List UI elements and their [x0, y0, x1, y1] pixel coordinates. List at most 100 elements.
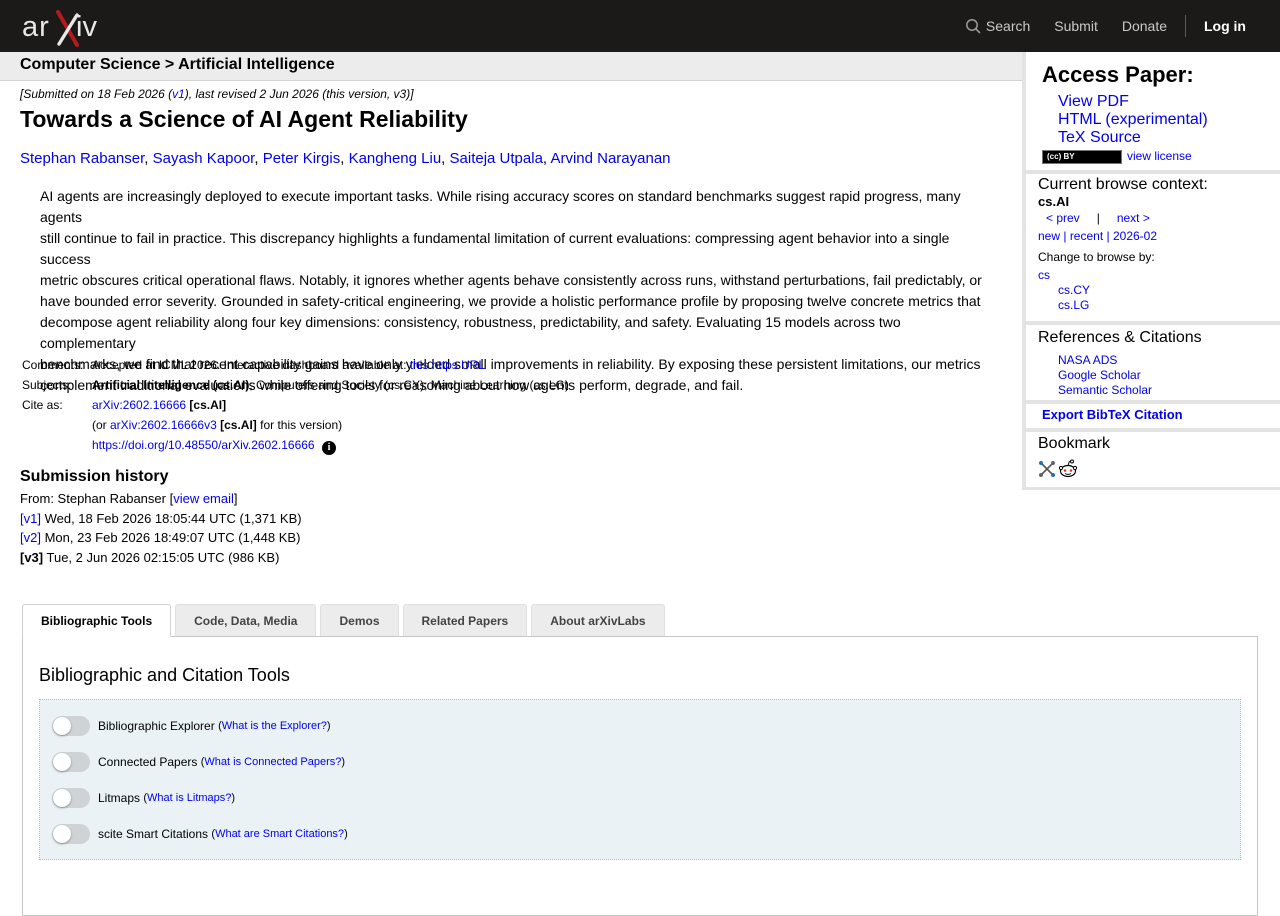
tab-related-papers[interactable]: Related Papers	[402, 604, 528, 636]
submission-dateline: [Submitted on 18 Feb 2026 (v1), last rev…	[20, 87, 414, 101]
view-email-link[interactable]: view email	[173, 491, 234, 506]
tool-help-link[interactable]: What are Smart Citations?	[215, 828, 344, 840]
dateline-v1-link[interactable]: v1	[172, 87, 185, 101]
references-box: References & Citations NASA ADS Google S…	[1026, 325, 1280, 400]
tool-help-link[interactable]: What is Litmaps?	[147, 792, 231, 804]
dashboard-link[interactable]: this https URL	[410, 358, 485, 372]
cite-label: Cite as:	[22, 398, 63, 412]
subjects-value: Artificial Intelligence (cs.AI); Compute…	[92, 376, 569, 396]
separator: |	[1096, 211, 1100, 225]
tool-help-link[interactable]: What is the Explorer?	[222, 720, 327, 732]
info-icon[interactable]: i	[321, 441, 336, 455]
browse-cs-cy-link[interactable]: cs.CY	[1058, 283, 1090, 297]
cite-or-text: (or	[92, 418, 110, 432]
connected-papers-toggle[interactable]	[52, 752, 90, 772]
svg-text:iv: iv	[76, 11, 97, 43]
tool-label: Connected Papers	[98, 755, 198, 769]
doi-row: https://doi.org/10.48550/arXiv.2602.1666…	[92, 436, 569, 456]
browse-cs-lg-link[interactable]: cs.LG	[1058, 298, 1089, 312]
breadcrumb: Computer Science > Artificial Intelligen…	[0, 52, 1022, 81]
author-link[interactable]: Arvind Narayanan	[550, 150, 670, 167]
view-license-link[interactable]: view license	[1127, 149, 1192, 163]
tex-source-link[interactable]: TeX Source	[1058, 129, 1141, 147]
author-link[interactable]: Stephan Rabanser	[20, 150, 144, 167]
primary-subject: Artificial Intelligence (cs.AI)	[92, 378, 250, 392]
tab-demos[interactable]: Demos	[320, 604, 399, 636]
author-link[interactable]: Sayash Kapoor	[153, 150, 255, 167]
new-link[interactable]: new	[1038, 229, 1060, 243]
separator: |	[1060, 229, 1070, 243]
history-from: From: Stephan Rabanser [view email]	[20, 491, 302, 511]
explorer-toggle[interactable]	[52, 716, 90, 736]
tool-help: (What is Litmaps?)	[143, 792, 236, 804]
author-link[interactable]: Kangheng Liu	[349, 150, 442, 167]
html-link[interactable]: HTML (experimental)	[1058, 111, 1208, 129]
history-version: [v2] Mon, 23 Feb 2026 18:49:07 UTC (1,44…	[20, 530, 302, 550]
bibsonomy-icon[interactable]	[1038, 460, 1056, 478]
cite-id-link[interactable]: arXiv:2602.16666	[92, 398, 186, 412]
separator: |	[1103, 229, 1113, 243]
doi-link[interactable]: https://doi.org/10.48550/arXiv.2602.1666…	[92, 438, 315, 452]
litmaps-toggle[interactable]	[52, 788, 90, 808]
tool-row: Bibliographic Explorer (What is the Expl…	[52, 715, 331, 737]
version-link-v1[interactable]: [v1]	[20, 511, 41, 526]
tool-help-link[interactable]: What is Connected Papers?	[204, 756, 341, 768]
author-list: Stephan Rabanser, Sayash Kapoor, Peter K…	[20, 150, 671, 167]
tools-heading: Bibliographic and Citation Tools	[39, 665, 290, 685]
search-link[interactable]: Search	[965, 18, 1030, 34]
semantic-scholar-link[interactable]: Semantic Scholar	[1058, 383, 1152, 397]
reddit-icon[interactable]	[1058, 459, 1078, 479]
version-link-v2[interactable]: [v2]	[20, 530, 41, 545]
toggle-knob	[53, 753, 71, 771]
comments-label: Comments:	[22, 358, 84, 372]
author-link[interactable]: Peter Kirgis	[263, 150, 341, 167]
search-icon	[965, 19, 981, 34]
browse-context-box: Current browse context: cs.AI < prev | nex…	[1026, 174, 1280, 321]
donate-link[interactable]: Donate	[1122, 18, 1167, 34]
submission-history: Submission history From: Stephan Rabanse…	[20, 468, 302, 569]
version-current-v3: [v3]	[20, 549, 44, 565]
author-link[interactable]: Saiteja Utpala	[450, 150, 543, 167]
browse-heading: Current browse context:	[1038, 176, 1208, 193]
tool-row: Connected Papers (What is Connected Pape…	[52, 751, 345, 773]
browse-cs-link[interactable]: cs	[1038, 268, 1050, 282]
comments-value: Accepted at ICML 2026. Interactive dashb…	[92, 356, 569, 376]
cite-category: [cs.AI]	[189, 398, 227, 412]
submit-link[interactable]: Submit	[1054, 18, 1098, 34]
abstract-line: still continue to fail in practice. This…	[40, 230, 950, 267]
cite-v3-link[interactable]: arXiv:2602.16666v3	[110, 418, 217, 432]
abstract-line: metric obscures critical operational fla…	[40, 272, 982, 288]
tool-label: Bibliographic Explorer	[98, 719, 215, 733]
tab-bibliographic-tools[interactable]: Bibliographic Tools	[22, 604, 172, 637]
export-box: Export BibTeX Citation	[1026, 404, 1280, 428]
browse-context: cs.AI	[1038, 194, 1070, 209]
next-link[interactable]: next >	[1117, 211, 1150, 225]
bookmark-heading: Bookmark	[1038, 435, 1111, 452]
prev-link[interactable]: < prev	[1046, 211, 1080, 225]
tool-row: Litmaps (What is Litmaps?)	[52, 787, 235, 809]
nasa-ads-link[interactable]: NASA ADS	[1058, 353, 1117, 367]
version-date: Wed, 18 Feb 2026 18:05:44 UTC (1,371 KB)	[40, 510, 302, 526]
toggle-knob	[53, 717, 71, 735]
arxiv-logo[interactable]: ar iv	[22, 9, 114, 47]
login-link[interactable]: Log in	[1204, 18, 1246, 34]
cite-value: arXiv:2602.16666 [cs.AI]	[92, 396, 569, 416]
tool-label: scite Smart Citations	[98, 827, 209, 841]
version-date: Mon, 23 Feb 2026 18:49:07 UTC (1,448 KB)	[40, 530, 301, 546]
recent-link[interactable]: recent	[1070, 229, 1103, 243]
cc-license-badge[interactable]: (cc) BY	[1042, 150, 1122, 164]
metadata-table: Comments: Accepted at ICML 2026. Interac…	[22, 356, 569, 456]
view-pdf-link[interactable]: View PDF	[1058, 93, 1129, 111]
month-link[interactable]: 2026-02	[1113, 229, 1157, 243]
google-scholar-link[interactable]: Google Scholar	[1058, 368, 1141, 382]
toggle-knob	[53, 825, 71, 843]
secondary-subjects: ; Computers and Society (cs.CY); Machine…	[249, 378, 569, 392]
tab-about-arxivlabs[interactable]: About arXivLabs	[531, 604, 665, 636]
export-bibtex-link[interactable]: Export BibTeX Citation	[1042, 407, 1183, 422]
references-heading: References & Citations	[1038, 329, 1202, 346]
version-date: Tue, 2 Jun 2026 02:15:05 UTC (986 KB)	[43, 549, 280, 565]
list-links: new | recent | 2026-02	[1038, 229, 1157, 243]
tab-code-data-media[interactable]: Code, Data, Media	[175, 604, 317, 636]
scite-toggle[interactable]	[52, 824, 90, 844]
labs-tabs: Bibliographic Tools Code, Data, Media De…	[22, 604, 669, 637]
